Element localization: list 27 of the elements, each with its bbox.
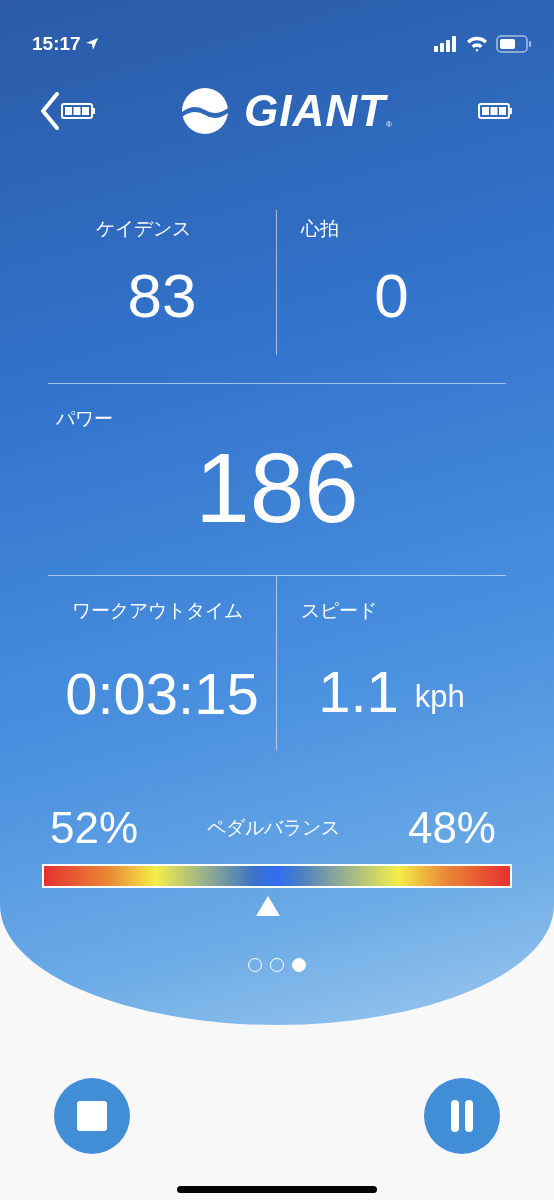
metric-label: スピード [300, 600, 378, 623]
metric-value: 186 [194, 438, 360, 537]
clock-time: 15:17 [32, 31, 81, 56]
logo-text: GIANT [244, 89, 386, 133]
logo-icon [182, 88, 229, 134]
metric-value: 1.1 [318, 662, 399, 721]
metric-label: 心拍 [300, 218, 340, 241]
left-percentage: 52% [50, 806, 139, 850]
battery-level-icon [478, 102, 514, 120]
right-percentage: 48% [407, 806, 497, 850]
location-arrow-icon [84, 37, 99, 51]
unit-label: kph [414, 678, 465, 717]
metric-value: 0 [373, 264, 410, 327]
page-dot[interactable] [292, 958, 306, 972]
battery-icon [496, 35, 532, 53]
stop-icon [76, 1100, 108, 1132]
back-button[interactable] [40, 92, 96, 130]
balance-label: ペダルバランス [206, 816, 340, 840]
registered-mark: ® [386, 120, 392, 131]
metric-label: パワー [55, 408, 114, 431]
metric-label: ケイデンス [95, 218, 192, 241]
wifi-icon [466, 36, 488, 52]
metric-value: 83 [126, 264, 198, 327]
pause-icon [449, 1100, 475, 1132]
metric-value: 0:03:15 [64, 664, 260, 723]
metric-label: ワークアウトタイム [71, 600, 244, 623]
signal-icon [434, 36, 458, 52]
